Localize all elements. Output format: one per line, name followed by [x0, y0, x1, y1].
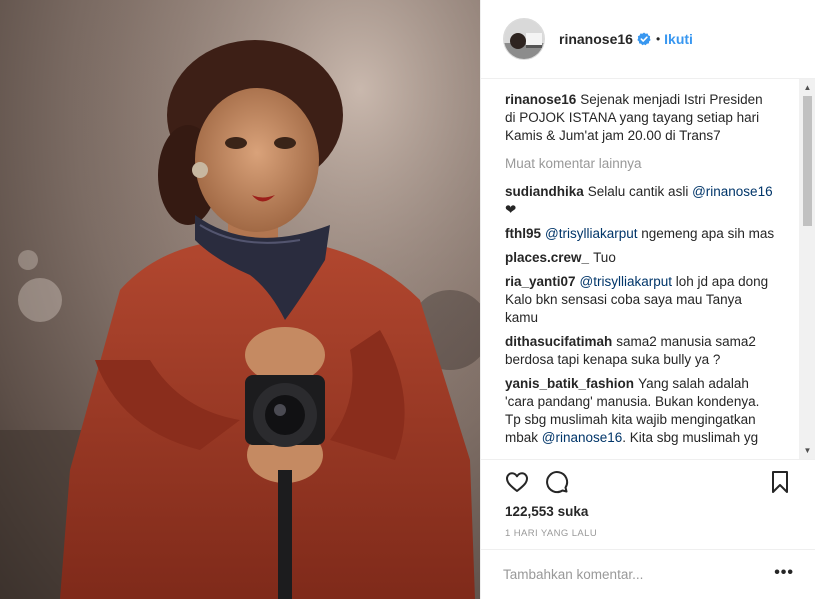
likes-number: 122,553 — [505, 504, 554, 519]
comments-scroll-area: rinanose16 Sejenak menjadi Istri Presiden… — [505, 91, 775, 453]
post-caption: rinanose16 Sejenak menjadi Istri Presiden… — [505, 91, 775, 145]
comment-username[interactable]: yanis_batik_fashion — [505, 376, 634, 391]
header-separator: • — [655, 32, 661, 46]
comment-username[interactable]: ria_yanti07 — [505, 274, 576, 289]
comment-mention[interactable]: @rinanose16 — [542, 430, 623, 445]
comment-mention[interactable]: @rinanose16 — [692, 184, 773, 199]
post-header: rinanose16 • Ikuti — [481, 0, 815, 79]
post-actions: 122,553 suka 1 HARI YANG LALU — [481, 459, 815, 549]
comment-item: places.crew_ Tuo — [505, 249, 775, 267]
scroll-up-arrow-icon[interactable]: ▲ — [799, 79, 815, 96]
comment-text-tail: ❤ — [505, 202, 517, 217]
post-photo-illustration — [0, 0, 480, 599]
comment-username[interactable]: fthl95 — [505, 226, 541, 241]
avatar[interactable] — [503, 18, 545, 60]
verified-badge-icon — [637, 32, 651, 46]
comment-text: Tuo — [593, 250, 616, 265]
add-comment-section: ••• — [481, 549, 815, 599]
comments-list[interactable]: rinanose16 Sejenak menjadi Istri Presiden… — [481, 79, 815, 459]
load-more-comments-link[interactable]: Muat komentar lainnya — [505, 155, 775, 173]
comments-scrollbar[interactable]: ▲ ▼ — [799, 79, 815, 459]
bookmark-icon[interactable] — [768, 470, 792, 494]
header-username[interactable]: rinanose16 — [559, 31, 633, 47]
caption-username[interactable]: rinanose16 — [505, 92, 576, 107]
comment-item: dithasucifatimah sama2 manusia sama2 berd… — [505, 333, 775, 369]
heart-icon[interactable] — [505, 470, 529, 494]
comment-item: fthl95 @trisylliakarput ngemeng apa sih m… — [505, 225, 775, 243]
comment-item: yanis_batik_fashion Yang salah adalah 'ca… — [505, 375, 775, 447]
comment-username[interactable]: dithasucifatimah — [505, 334, 612, 349]
comment-username[interactable]: sudiandhika — [505, 184, 584, 199]
comment-item: ria_yanti07 @trisylliakarput loh jd apa d… — [505, 273, 775, 327]
comment-mention[interactable]: @trisylliakarput — [580, 274, 672, 289]
comment-text-tail: ngemeng apa sih mas — [637, 226, 775, 241]
post-timestamp[interactable]: 1 HARI YANG LALU — [505, 528, 597, 539]
post-photo[interactable] — [0, 0, 480, 599]
avatar-image — [504, 19, 544, 59]
comment-mention[interactable]: @trisylliakarput — [545, 226, 637, 241]
likes-count[interactable]: 122,553 suka — [505, 504, 588, 519]
comment-username[interactable]: places.crew_ — [505, 250, 589, 265]
more-options-icon[interactable]: ••• — [774, 565, 794, 581]
comment-item: sudiandhika Selalu cantik asli @rinanose1… — [505, 183, 775, 219]
post-sidebar: rinanose16 • Ikuti rinanose16 Sejenak men… — [480, 0, 815, 599]
scrollbar-thumb[interactable] — [803, 96, 812, 226]
scroll-down-arrow-icon[interactable]: ▼ — [799, 442, 815, 459]
follow-button[interactable]: Ikuti — [664, 31, 693, 47]
comment-text-tail: . Kita sbg muslimah yg — [622, 430, 759, 445]
likes-label: suka — [557, 504, 589, 519]
comment-input[interactable] — [503, 564, 753, 584]
comment-text: Selalu cantik asli — [587, 184, 693, 199]
comment-icon[interactable] — [545, 470, 569, 494]
